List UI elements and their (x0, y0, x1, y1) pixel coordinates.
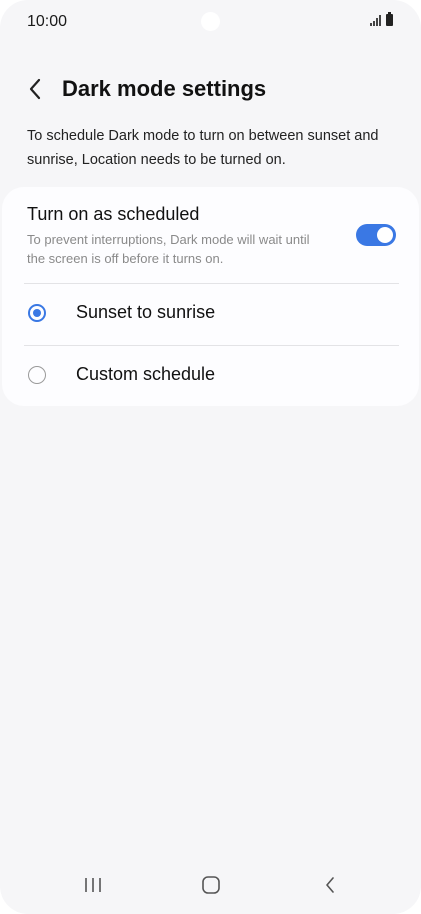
option-sunset-to-sunrise[interactable]: Sunset to sunrise (2, 284, 419, 346)
back-button[interactable] (20, 74, 50, 104)
location-description: To schedule Dark mode to turn on between… (27, 128, 379, 168)
recent-apps-button[interactable] (73, 872, 113, 898)
schedule-toggle-switch[interactable] (356, 224, 396, 246)
option-custom-schedule[interactable]: Custom schedule (2, 346, 419, 408)
front-camera (201, 12, 220, 31)
turn-on-as-scheduled-row[interactable]: Turn on as scheduled To prevent interrup… (2, 187, 419, 283)
battery-icon (386, 12, 393, 26)
home-button[interactable] (191, 872, 231, 898)
status-time: 10:00 (27, 13, 68, 30)
schedule-card: Turn on as scheduled To prevent interrup… (2, 187, 419, 406)
phone-screen: 10:00 Dark mode settings To schedule Dar… (0, 0, 421, 914)
recent-apps-icon (85, 878, 101, 892)
navigation-bar (0, 856, 421, 914)
nav-back-button[interactable] (310, 872, 350, 898)
radio-selected-icon[interactable] (28, 304, 46, 322)
status-bar: 10:00 (0, 0, 421, 46)
toggle-title: Turn on as scheduled (27, 204, 200, 224)
page-title: Dark mode settings (62, 76, 267, 101)
status-icons (370, 12, 393, 26)
chevron-left-icon (29, 78, 41, 100)
signal-icon (370, 14, 381, 26)
option-label: Custom schedule (76, 364, 216, 384)
toggle-subtitle: To prevent interruptions, Dark mode will… (27, 232, 310, 266)
home-icon (202, 876, 220, 894)
switch-knob (377, 227, 393, 243)
back-icon (326, 877, 334, 893)
header: Dark mode settings (0, 72, 421, 112)
option-label: Sunset to sunrise (76, 302, 216, 322)
radio-unselected-icon[interactable] (28, 366, 46, 384)
